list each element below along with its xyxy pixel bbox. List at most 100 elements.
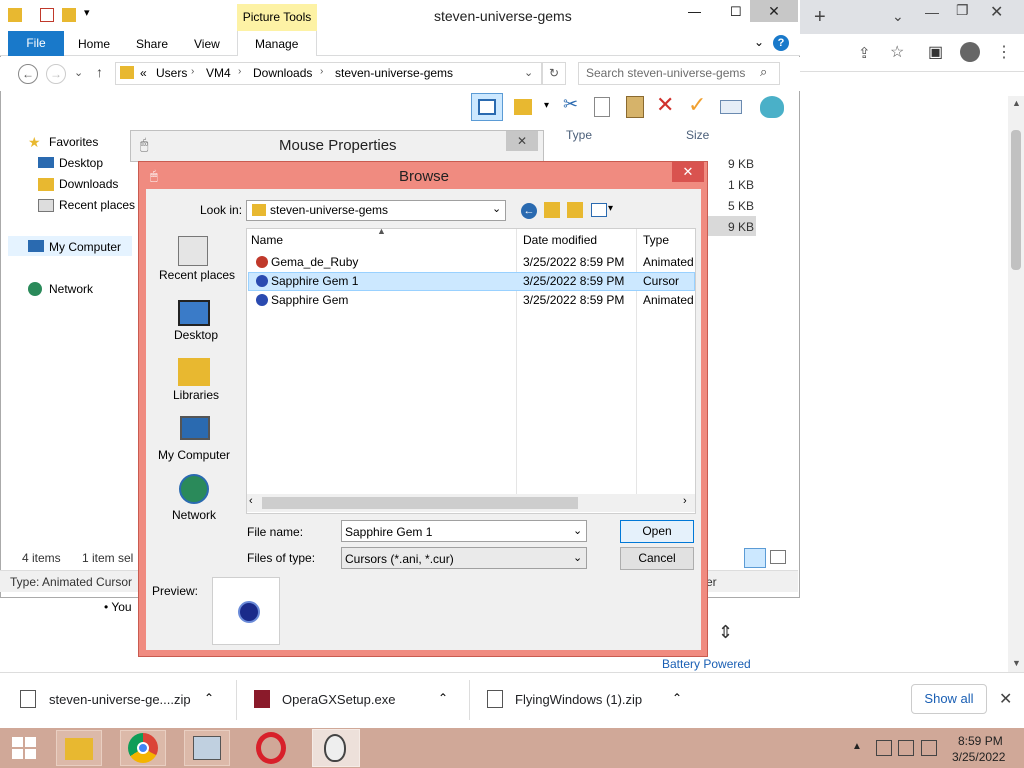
scroll-down-icon[interactable]: ▼ [1012, 658, 1021, 668]
large-icons-view-icon[interactable] [770, 550, 786, 564]
restore-browser-button[interactable]: ❐ [956, 2, 969, 19]
tab-home[interactable]: Home [78, 37, 110, 51]
folder-options-icon[interactable] [514, 99, 532, 115]
properties-icon[interactable] [40, 8, 54, 22]
column-type[interactable]: Type [643, 233, 669, 247]
view-menu-icon[interactable] [591, 203, 607, 217]
download-item-name[interactable]: FlyingWindows (1).zip [515, 672, 642, 728]
delete-icon[interactable]: ✕ [656, 92, 674, 118]
volume-muted-icon[interactable] [921, 740, 937, 756]
refresh-button[interactable]: ↻ [542, 62, 566, 85]
nav-desktop[interactable]: Desktop [59, 156, 103, 170]
checkmark-icon[interactable]: ✓ [688, 92, 706, 118]
breadcrumb-users[interactable]: Users [156, 66, 187, 80]
battery-powered-link[interactable]: Battery Powered [662, 657, 751, 671]
details-view-icon[interactable] [744, 548, 766, 568]
side-panel-icon[interactable]: ▣ [928, 42, 943, 62]
explorer-minimize-button[interactable]: — [688, 4, 701, 19]
breadcrumb-vm4[interactable]: VM4 [206, 66, 231, 80]
breadcrumb-current[interactable]: steven-universe-gems [335, 66, 453, 80]
tab-view[interactable]: View [194, 37, 220, 51]
quick-access-dropdown-icon[interactable]: ▾ [84, 6, 90, 19]
folder-options-dropdown-icon[interactable]: ▾ [544, 100, 549, 111]
nav-network[interactable]: Network [49, 282, 93, 296]
file-name[interactable]: Sapphire Gem [271, 293, 348, 307]
minimize-browser-button[interactable]: — [925, 4, 939, 20]
view-menu-dropdown-icon[interactable]: ▾ [608, 203, 613, 214]
profile-avatar-icon[interactable] [960, 42, 980, 62]
scroll-right-icon[interactable]: › [683, 495, 687, 507]
breadcrumb-overflow[interactable]: « [140, 66, 147, 80]
cancel-button[interactable]: Cancel [620, 547, 694, 570]
network-tray-icon[interactable] [898, 740, 914, 756]
close-browser-button[interactable]: ✕ [990, 2, 1003, 22]
place-libraries[interactable]: Libraries [173, 388, 219, 402]
nav-downloads[interactable]: Downloads [59, 177, 118, 191]
taskbar-time[interactable]: 8:59 PM [958, 734, 1003, 748]
forward-button[interactable]: → [46, 64, 66, 84]
rename-icon[interactable] [720, 100, 742, 114]
mouse-properties-close-button[interactable]: ✕ [506, 131, 538, 151]
explorer-maximize-button[interactable]: ☐ [730, 4, 742, 20]
bookmark-star-icon[interactable]: ☆ [890, 42, 904, 62]
show-all-button[interactable]: Show all [911, 684, 987, 714]
shell-icon[interactable] [760, 96, 784, 118]
horizontal-scrollbar-thumb[interactable] [262, 497, 578, 509]
explorer-close-button[interactable]: ✕ [750, 0, 798, 22]
scroll-up-icon[interactable]: ▲ [1012, 98, 1021, 108]
new-folder-icon[interactable] [62, 8, 76, 22]
column-date[interactable]: Date modified [523, 233, 597, 247]
browser-menu-icon[interactable]: ⋮ [996, 42, 1012, 62]
download-chevron-icon[interactable]: ⌃ [438, 691, 448, 705]
download-item-name[interactable]: OperaGXSetup.exe [282, 672, 395, 728]
column-name[interactable]: Name [251, 233, 283, 247]
up-arrow-icon[interactable]: ↑ [96, 64, 103, 80]
nav-recent-places[interactable]: Recent places [59, 198, 135, 212]
file-type-dropdown-icon[interactable]: ⌄ [573, 551, 582, 564]
place-desktop[interactable]: Desktop [174, 328, 218, 342]
file-list[interactable] [246, 228, 696, 514]
up-folder-icon[interactable] [544, 202, 560, 218]
address-dropdown-icon[interactable]: ⌄ [524, 66, 533, 79]
download-chevron-icon[interactable]: ⌃ [204, 691, 214, 705]
breadcrumb-downloads[interactable]: Downloads [253, 66, 312, 80]
ribbon-expand-icon[interactable]: ⌄ [754, 35, 764, 49]
download-chevron-icon[interactable]: ⌃ [672, 691, 682, 705]
cut-icon[interactable]: ✂ [563, 94, 578, 115]
paste-icon[interactable] [626, 96, 644, 118]
place-network[interactable]: Network [172, 508, 216, 522]
action-center-flag-icon[interactable] [876, 740, 892, 756]
new-tab-button[interactable]: + [814, 6, 826, 29]
column-size[interactable]: Size [686, 128, 709, 142]
open-button[interactable]: Open [620, 520, 694, 543]
file-name-dropdown-icon[interactable]: ⌄ [573, 524, 582, 537]
browser-scrollbar-thumb[interactable] [1011, 130, 1021, 270]
tab-share[interactable]: Share [136, 37, 168, 51]
taskbar-date[interactable]: 3/25/2022 [952, 750, 1005, 764]
help-icon[interactable]: ? [773, 35, 789, 51]
back-button[interactable]: ← [18, 64, 38, 84]
file-name[interactable]: Sapphire Gem 1 [271, 274, 358, 288]
scroll-left-icon[interactable]: ‹ [249, 495, 253, 507]
tray-overflow-icon[interactable]: ▲ [852, 741, 862, 752]
tab-manage[interactable]: Manage [255, 37, 298, 51]
back-icon[interactable]: ← [521, 203, 537, 219]
share-icon[interactable]: ⇪ [858, 44, 871, 62]
look-in-dropdown-icon[interactable]: ⌄ [492, 202, 501, 215]
file-name[interactable]: Gema_de_Ruby [271, 255, 358, 269]
download-item-name[interactable]: steven-universe-ge....zip [49, 672, 191, 728]
recent-locations-icon[interactable]: ⌄ [74, 66, 83, 79]
place-my-computer[interactable]: My Computer [158, 448, 230, 462]
tab-search-chevron-icon[interactable]: ⌄ [892, 8, 904, 25]
search-icon[interactable]: ⌕ [760, 64, 767, 80]
column-type[interactable]: Type [566, 128, 592, 142]
new-folder-icon[interactable] [567, 202, 583, 218]
place-recent[interactable]: Recent places [159, 268, 235, 282]
tab-file[interactable]: File [8, 31, 64, 56]
browse-close-button[interactable]: ✕ [672, 162, 704, 182]
start-button[interactable] [12, 737, 38, 759]
close-downloads-bar-icon[interactable]: ✕ [999, 689, 1012, 709]
nav-favorites[interactable]: Favorites [49, 135, 98, 149]
copy-icon[interactable] [594, 97, 610, 117]
nav-my-computer[interactable]: My Computer [49, 240, 121, 254]
